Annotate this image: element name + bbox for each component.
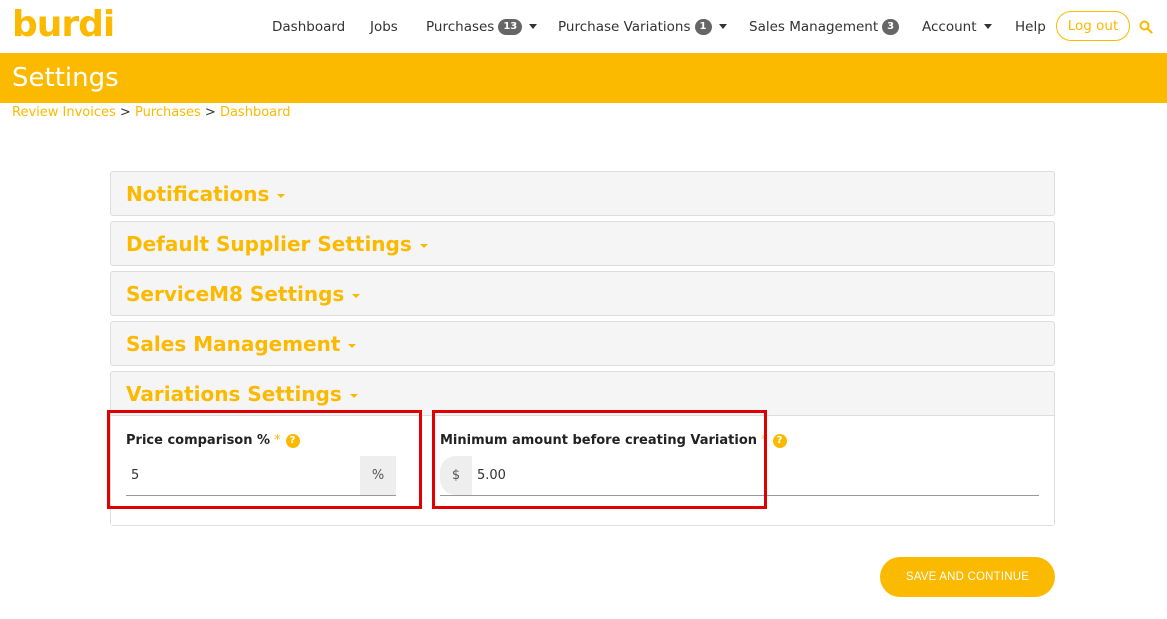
panel-default-supplier-settings: Default Supplier Settings	[110, 221, 1055, 266]
nav-purchases-label: Purchases	[426, 18, 495, 35]
panel-sales-management: Sales Management	[110, 321, 1055, 366]
nav-dashboard[interactable]: Dashboard	[272, 0, 345, 53]
search-icon[interactable]	[1139, 20, 1153, 34]
price-comparison-label-text: Price comparison %	[126, 433, 271, 448]
price-comparison-field: %	[126, 456, 396, 496]
panel-default-supplier-settings-toggle[interactable]: Default Supplier Settings	[111, 222, 1054, 265]
nav-jobs-label: Jobs	[370, 18, 398, 35]
minimum-amount-label: Minimum amount before creating Variation…	[440, 433, 787, 448]
question-icon[interactable]: ?	[285, 433, 300, 448]
required-marker: *	[761, 433, 768, 448]
chevron-down-icon	[529, 24, 538, 29]
page-title: Settings	[12, 63, 119, 93]
panel-title: Notifications	[126, 181, 270, 206]
panel-servicem8-settings: ServiceM8 Settings	[110, 271, 1055, 316]
variations-settings-body: Price comparison % * ? % Minimum amount …	[111, 415, 1054, 525]
minimum-amount-input[interactable]	[472, 456, 1039, 495]
panel-notifications-toggle[interactable]: Notifications	[111, 172, 1054, 215]
logo-text: burdi	[12, 4, 115, 45]
save-and-continue-button[interactable]: SAVE AND CONTINUE	[880, 557, 1055, 597]
minimum-amount-field: $	[440, 456, 1039, 496]
nav-dashboard-label: Dashboard	[272, 18, 346, 35]
price-comparison-input[interactable]	[126, 456, 360, 495]
nav-purchase-variations-label: Purchase Variations	[558, 18, 691, 35]
nav-account-label: Account	[922, 18, 977, 35]
required-marker: *	[274, 433, 281, 448]
chevron-down-icon	[983, 24, 992, 29]
page-header-banner: Settings	[0, 53, 1167, 103]
breadcrumb-review-invoices[interactable]: Review Invoices	[12, 105, 116, 120]
purchases-count-badge: 13	[498, 18, 523, 35]
panel-variations-settings: Variations Settings Price comparison % *…	[110, 371, 1055, 526]
nav-purchase-variations[interactable]: Purchase Variations 1	[558, 0, 727, 53]
breadcrumb: Review Invoices > Purchases > Dashboard	[12, 105, 290, 120]
caret-down-icon	[352, 293, 361, 298]
burdi-logo[interactable]: burdi	[12, 4, 115, 45]
minimum-amount-label-text: Minimum amount before creating Variation	[440, 433, 758, 448]
question-icon[interactable]: ?	[772, 433, 787, 448]
panel-servicem8-settings-toggle[interactable]: ServiceM8 Settings	[111, 272, 1054, 315]
caret-down-icon	[349, 393, 358, 398]
nav-help-label: Help	[1015, 18, 1046, 35]
nav-account[interactable]: Account	[922, 0, 992, 53]
panel-notifications: Notifications	[110, 171, 1055, 216]
nav-sales-management[interactable]: Sales Management 3	[749, 0, 900, 53]
nav-jobs[interactable]: Jobs	[370, 0, 398, 53]
breadcrumb-separator: >	[119, 105, 131, 120]
panel-title: Default Supplier Settings	[126, 231, 412, 256]
dollar-addon: $	[440, 456, 472, 495]
panel-title: ServiceM8 Settings	[126, 281, 345, 306]
caret-down-icon	[348, 343, 357, 348]
top-navbar: burdi Dashboard Jobs Purchases 13 Purcha…	[0, 0, 1167, 53]
breadcrumb-separator: >	[204, 105, 216, 120]
caret-down-icon	[419, 243, 428, 248]
purchase-variations-count-badge: 1	[694, 18, 712, 35]
nav-purchases[interactable]: Purchases 13	[426, 0, 538, 53]
panel-title: Variations Settings	[126, 381, 342, 406]
percent-addon: %	[360, 456, 396, 495]
caret-down-icon	[277, 193, 286, 198]
breadcrumb-dashboard[interactable]: Dashboard	[220, 105, 291, 120]
panel-sales-management-toggle[interactable]: Sales Management	[111, 322, 1054, 365]
chevron-down-icon	[718, 24, 727, 29]
panel-variations-settings-toggle[interactable]: Variations Settings	[111, 372, 1054, 415]
logout-button[interactable]: Log out	[1056, 11, 1130, 41]
nav-sales-management-label: Sales Management	[749, 18, 879, 35]
panel-title: Sales Management	[126, 331, 341, 356]
price-comparison-label: Price comparison % * ?	[126, 433, 300, 448]
sales-management-count-badge: 3	[882, 18, 900, 35]
breadcrumb-purchases[interactable]: Purchases	[135, 105, 201, 120]
nav-help[interactable]: Help	[1015, 0, 1046, 53]
